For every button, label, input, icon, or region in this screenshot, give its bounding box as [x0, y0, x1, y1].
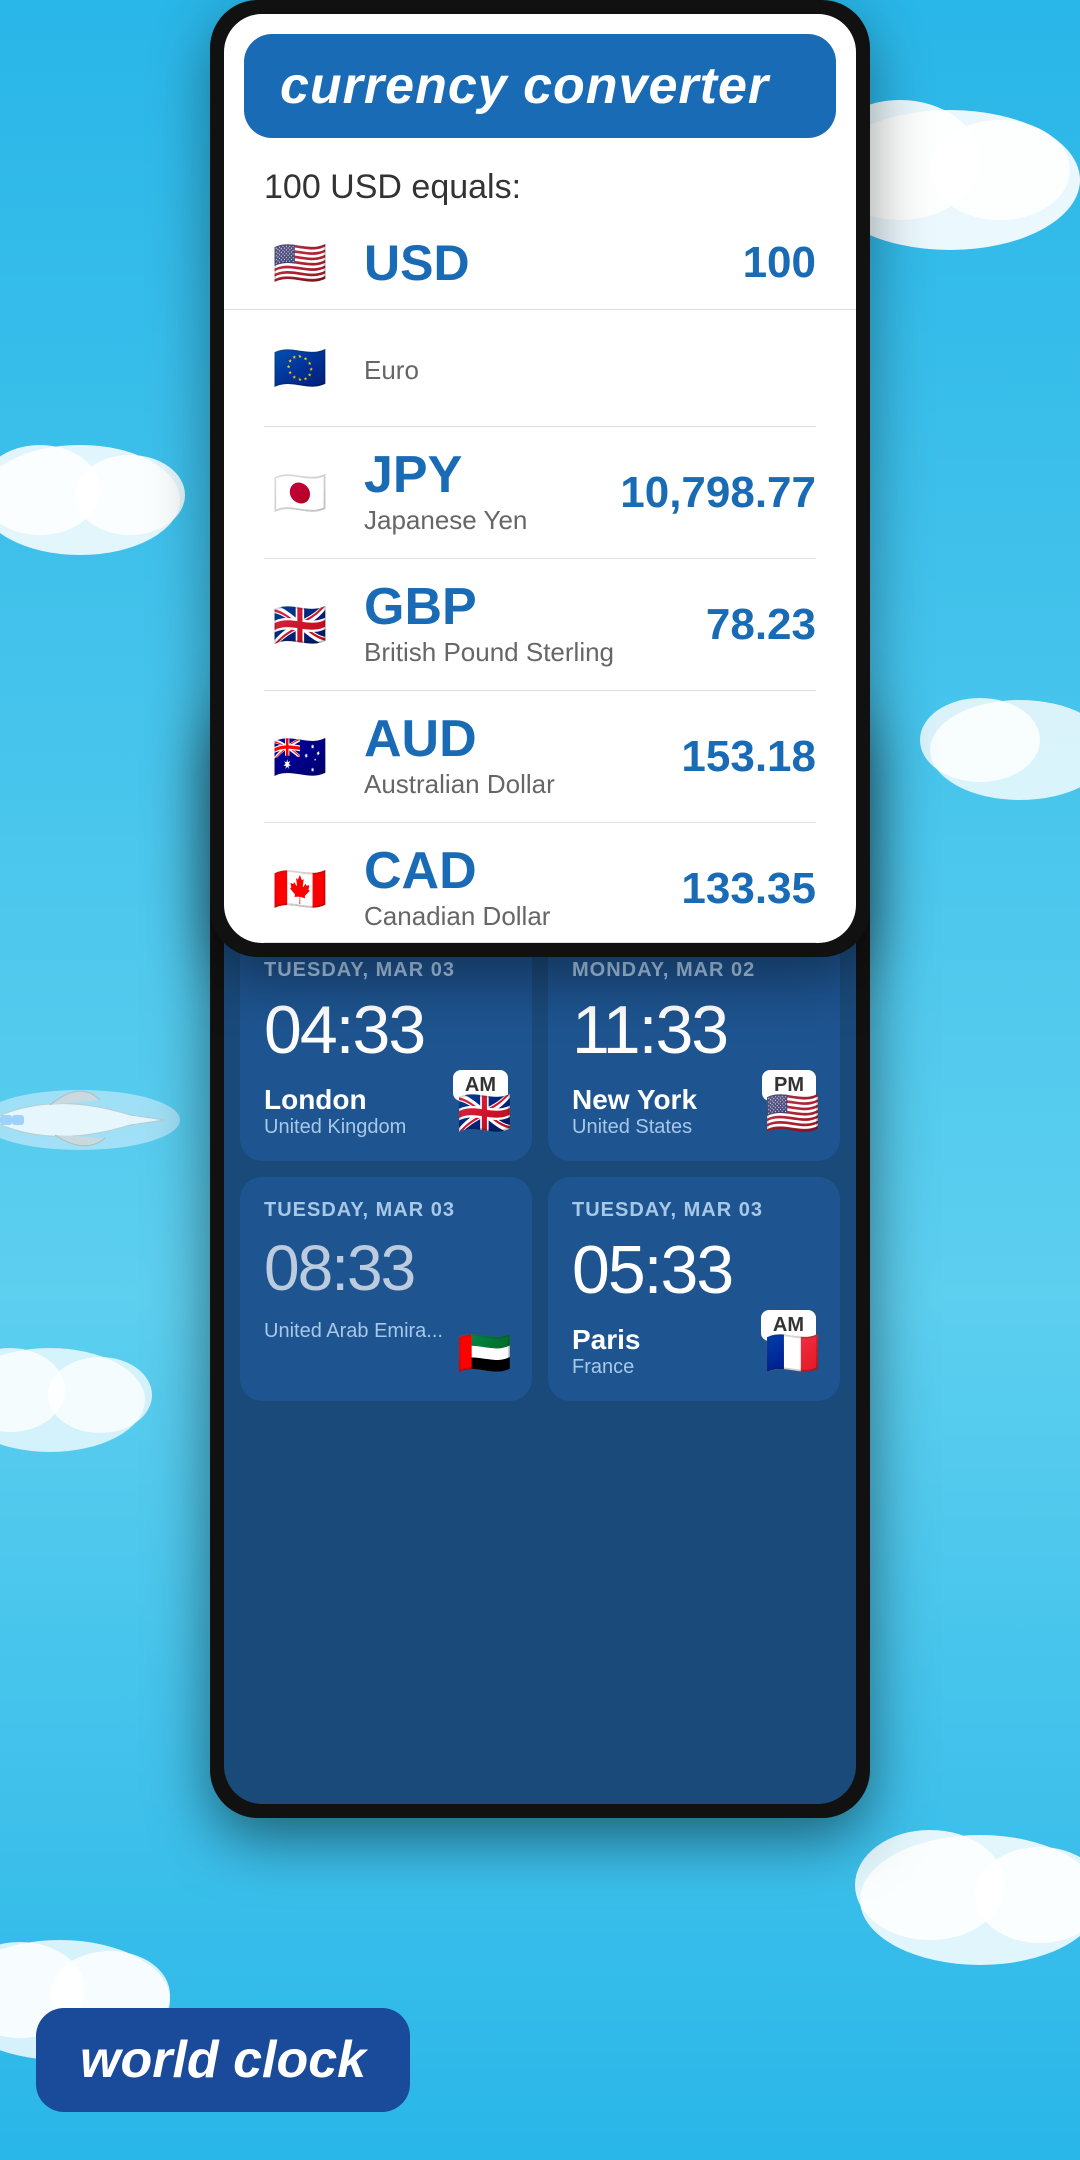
currency-banner: currency converter: [244, 34, 836, 138]
clock-time-paris: 05:33: [572, 1236, 816, 1304]
currency-code-aud: AUD: [364, 713, 681, 765]
flag-usd: 🇺🇸: [264, 227, 336, 299]
currency-code-jpy: JPY: [364, 449, 620, 501]
clock-city-info-london: London United Kingdom: [264, 1084, 406, 1139]
currency-value-jpy: 10,798.77: [620, 468, 816, 518]
flag-eur: 🇪🇺: [264, 332, 336, 404]
clock-flag-uae: 🇦🇪: [457, 1327, 512, 1379]
currency-row-eur[interactable]: 🇪🇺 Euro: [264, 310, 816, 427]
currency-code-usd: USD: [364, 238, 743, 288]
currency-value-cad: 133.35: [681, 864, 816, 914]
flag-aud: 🇦🇺: [264, 721, 336, 793]
world-clock-banner-text: world clock: [80, 2031, 366, 2089]
currency-info-aud: AUD Australian Dollar: [364, 713, 681, 800]
clock-flag-london: 🇬🇧: [457, 1087, 512, 1139]
currency-row-aud[interactable]: 🇦🇺 AUD Australian Dollar 153.18: [264, 691, 816, 823]
currency-code-cad: CAD: [364, 845, 681, 897]
clock-time-uae: 08:33: [264, 1236, 508, 1300]
clock-country-paris: France: [572, 1356, 641, 1379]
clock-city-london: London: [264, 1084, 406, 1116]
clock-date-uae: TUESDAY, MAR 03: [264, 1199, 508, 1222]
clock-country-london: United Kingdom: [264, 1116, 406, 1139]
clock-flag-newyork: 🇺🇸: [765, 1087, 820, 1139]
currency-name-gbp: British Pound Sterling: [364, 637, 706, 668]
currency-name-aud: Australian Dollar: [364, 769, 681, 800]
currency-value-aud: 153.18: [681, 732, 816, 782]
currency-row-gbp[interactable]: 🇬🇧 GBP British Pound Sterling 78.23: [264, 559, 816, 691]
currency-header: 100 USD equals:: [224, 138, 856, 207]
clock-city-row-paris: Paris France 🇫🇷: [572, 1324, 816, 1379]
currency-list: 🇪🇺 Euro 🇯🇵 JPY Japanese Yen 10,798.77 🇬🇧: [224, 310, 856, 943]
currency-name-eur: Euro: [364, 355, 816, 386]
currency-info-usd: USD: [364, 238, 743, 288]
clock-city-row-uae: United Arab Emira... 🇦🇪: [264, 1320, 508, 1343]
clock-grid: TUESDAY, MAR 03 04:33 AM London United K…: [224, 921, 856, 1417]
clock-city-info-uae: United Arab Emira...: [264, 1320, 443, 1343]
airplane-illustration: [0, 1060, 190, 1180]
currency-info-cad: CAD Canadian Dollar: [364, 845, 681, 932]
flag-cad: 🇨🇦: [264, 853, 336, 925]
currency-subtitle: 100 USD equals:: [264, 168, 816, 207]
clock-card-london[interactable]: TUESDAY, MAR 03 04:33 AM London United K…: [240, 937, 532, 1161]
clock-city-info-paris: Paris France: [572, 1324, 641, 1379]
clock-country-newyork: United States: [572, 1116, 697, 1139]
currency-converter-phone: currency converter 100 USD equals: 🇺🇸 US…: [210, 0, 870, 957]
currency-name-cad: Canadian Dollar: [364, 901, 681, 932]
clock-city-newyork: New York: [572, 1084, 697, 1116]
currency-name-jpy: Japanese Yen: [364, 505, 620, 536]
clock-time-newyork: 11:33: [572, 996, 816, 1064]
clock-date-paris: TUESDAY, MAR 03: [572, 1199, 816, 1222]
currency-banner-text: currency converter: [280, 57, 769, 115]
currency-row-usd[interactable]: 🇺🇸 USD 100: [224, 217, 856, 310]
clock-city-row-london: London United Kingdom 🇬🇧: [264, 1084, 508, 1139]
currency-code-gbp: GBP: [364, 581, 706, 633]
flag-jpy: 🇯🇵: [264, 457, 336, 529]
clock-card-newyork[interactable]: MONDAY, MAR 02 11:33 PM New York United …: [548, 937, 840, 1161]
currency-info-jpy: JPY Japanese Yen: [364, 449, 620, 536]
currency-converter-screen: currency converter 100 USD equals: 🇺🇸 US…: [224, 14, 856, 943]
clock-date-london: TUESDAY, MAR 03: [264, 959, 508, 982]
currency-row-jpy[interactable]: 🇯🇵 JPY Japanese Yen 10,798.77: [264, 427, 816, 559]
flag-gbp: 🇬🇧: [264, 589, 336, 661]
currency-value-gbp: 78.23: [706, 600, 816, 650]
currency-info-gbp: GBP British Pound Sterling: [364, 581, 706, 668]
clock-time-london: 04:33: [264, 996, 508, 1064]
clock-card-uae[interactable]: TUESDAY, MAR 03 08:33 United Arab Emira.…: [240, 1177, 532, 1401]
clock-city-paris: Paris: [572, 1324, 641, 1356]
world-clock-banner: world clock: [36, 2008, 410, 2112]
clock-city-uae: United Arab Emira...: [264, 1320, 443, 1343]
currency-value-usd: 100: [743, 238, 816, 288]
clock-date-newyork: MONDAY, MAR 02: [572, 959, 816, 982]
currency-row-cad[interactable]: 🇨🇦 CAD Canadian Dollar 133.35: [264, 823, 816, 943]
currency-info-eur: Euro: [364, 351, 816, 386]
clock-city-info-newyork: New York United States: [572, 1084, 697, 1139]
clock-flag-paris: 🇫🇷: [765, 1327, 820, 1379]
clock-city-row-newyork: New York United States 🇺🇸: [572, 1084, 816, 1139]
clock-card-paris[interactable]: TUESDAY, MAR 03 05:33 AM Paris France 🇫🇷: [548, 1177, 840, 1401]
